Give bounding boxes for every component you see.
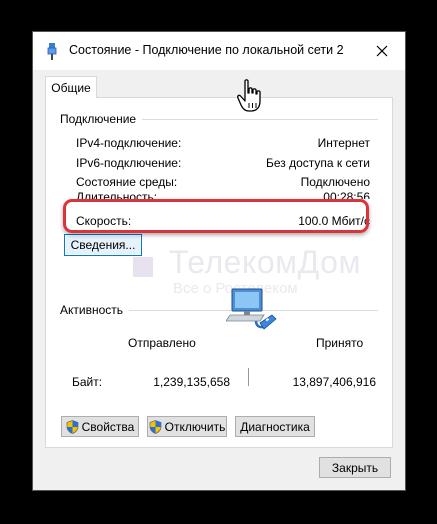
window-close-button[interactable] [367,38,397,64]
close-button[interactable]: Закрыть [319,457,391,478]
details-button[interactable]: Сведения... [64,234,142,256]
activity-group-label: Активность [60,303,130,317]
ipv4-label: IPv4-подключение: [76,136,182,150]
bytes-label: Байт: [72,375,103,389]
diagnose-button[interactable]: Диагностика [235,416,315,437]
ipv4-value: Интернет [317,136,370,150]
speed-value: 100.0 Мбит/с [298,214,370,228]
sent-label: Отправлено [128,336,196,350]
uac-shield-icon [149,419,161,434]
tab-general[interactable]: Общие [45,76,97,98]
hand-pointer-icon [237,79,261,112]
uac-shield-icon [66,419,78,434]
duration-value: 00:28:56 [323,190,370,199]
properties-button[interactable]: Свойства [61,416,139,437]
window-title: Состояние - Подключение по локальной сет… [69,43,344,57]
speed-label: Скорость: [76,214,132,228]
close-icon [376,45,388,57]
connection-group-label: Подключение [60,112,143,126]
disable-button[interactable]: Отключить [147,416,227,437]
title-bar[interactable]: Состояние - Подключение по локальной сет… [33,32,405,70]
activity-divider [248,368,249,386]
ipv6-value: Без доступа к сети [266,156,370,170]
bytes-received-value: 13,897,406,916 [292,375,376,389]
status-dialog: Состояние - Подключение по локальной сет… [33,32,405,490]
media-state-value: Подключено [300,175,370,189]
properties-button-label: Свойства [81,419,135,434]
duration-label: Длительность: [76,190,158,199]
network-computer-icon [226,288,277,330]
bytes-sent-value: 1,239,135,658 [153,375,230,389]
ipv6-label: IPv6-подключение: [76,156,182,170]
network-connection-icon [47,43,57,60]
disable-button-label: Отключить [164,419,226,434]
media-state-label: Состояние среды: [76,175,178,189]
dialog-client-area: Общие Подключение IPv4-подключение: Инте… [33,70,405,490]
tab-panel-general: Подключение IPv4-подключение: Интернет I… [45,97,393,448]
received-label: Принято [316,336,364,350]
